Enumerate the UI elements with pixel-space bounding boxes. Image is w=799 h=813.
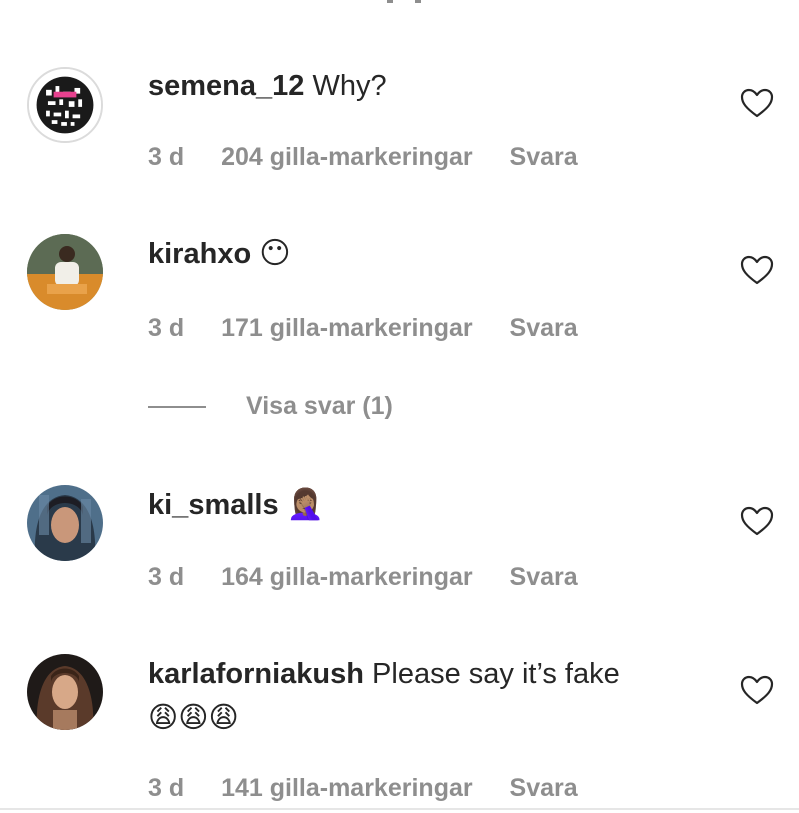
- reply-button[interactable]: Svara: [510, 143, 578, 171]
- heart-outline-icon: [740, 255, 774, 285]
- qr-code-avatar-icon: [29, 69, 101, 141]
- like-button[interactable]: [740, 506, 774, 536]
- username[interactable]: ki_smalls: [148, 489, 279, 521]
- like-button[interactable]: [740, 88, 774, 118]
- like-count[interactable]: 164 gilla-markeringar: [221, 563, 473, 591]
- like-button[interactable]: [740, 675, 774, 705]
- comment-meta: 3 d 164 gilla-markeringar Svara: [148, 563, 608, 592]
- heart-outline-icon: [740, 506, 774, 536]
- comment-meta: 3 d 171 gilla-markeringar Svara: [148, 314, 608, 343]
- reply-button[interactable]: Svara: [510, 774, 578, 802]
- reply-divider-line: [148, 405, 206, 408]
- comment-body: Why?: [312, 70, 387, 102]
- like-button[interactable]: [740, 255, 774, 285]
- photo-avatar-icon: [27, 485, 103, 561]
- like-count[interactable]: 141 gilla-markeringar: [221, 774, 473, 802]
- heart-outline-icon: [740, 675, 774, 705]
- comment-body: 😶: [259, 236, 291, 271]
- avatar[interactable]: [27, 485, 103, 561]
- username[interactable]: semena_12: [148, 70, 304, 102]
- timestamp[interactable]: 3 d: [148, 774, 184, 802]
- comment-text: karlaforniakush Please say it’s fake 😩😩😩: [148, 652, 648, 740]
- avatar[interactable]: [27, 67, 103, 143]
- comment-text: semena_12 Why?: [148, 64, 668, 108]
- divider: [0, 808, 799, 810]
- avatar[interactable]: [27, 654, 103, 730]
- timestamp[interactable]: 3 d: [148, 143, 184, 171]
- cropped-content: [387, 0, 421, 3]
- like-count[interactable]: 171 gilla-markeringar: [221, 314, 473, 342]
- timestamp[interactable]: 3 d: [148, 314, 184, 342]
- reply-button[interactable]: Svara: [510, 314, 578, 342]
- timestamp[interactable]: 3 d: [148, 563, 184, 591]
- like-count[interactable]: 204 gilla-markeringar: [221, 143, 473, 171]
- username[interactable]: kirahxo: [148, 238, 251, 270]
- view-replies-button[interactable]: Visa svar (1): [148, 392, 393, 421]
- photo-avatar-icon: [27, 234, 103, 310]
- reply-button[interactable]: Svara: [510, 563, 578, 591]
- comments-panel: semena_12 Why? 3 d 204 gilla-markeringar…: [0, 0, 799, 813]
- comment-meta: 3 d 204 gilla-markeringar Svara: [148, 143, 608, 172]
- view-replies-label: Visa svar (1): [246, 392, 393, 420]
- comment-text: kirahxo 😶: [148, 232, 668, 276]
- comment-meta: 3 d 141 gilla-markeringar Svara: [148, 774, 608, 803]
- photo-avatar-icon: [27, 654, 103, 730]
- comment-text: ki_smalls 🤦🏽‍♀️: [148, 483, 668, 527]
- comment-body: 🤦🏽‍♀️: [286, 487, 325, 522]
- avatar[interactable]: [27, 234, 103, 310]
- username[interactable]: karlaforniakush: [148, 658, 364, 690]
- heart-outline-icon: [740, 88, 774, 118]
